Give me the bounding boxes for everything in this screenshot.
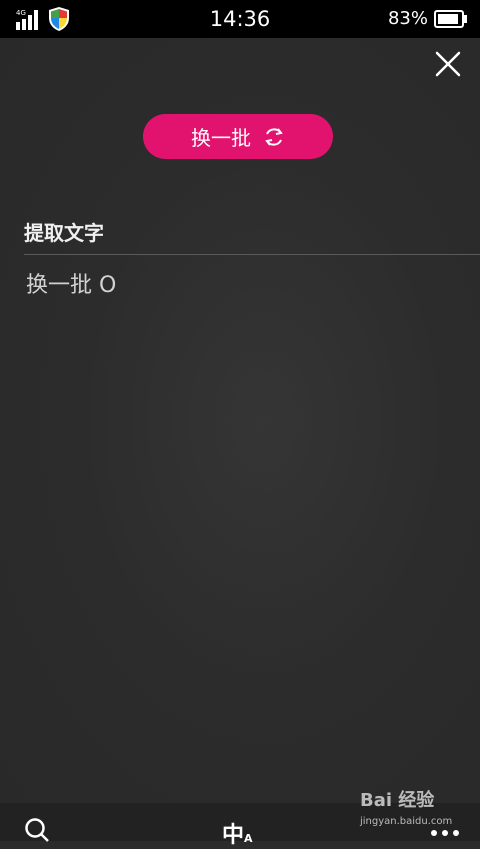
- refresh-button-label: 换一批: [191, 126, 251, 150]
- refresh-icon: [265, 127, 283, 146]
- battery-icon: [434, 10, 467, 28]
- search-icon[interactable]: [24, 817, 50, 843]
- refresh-button[interactable]: 换一批: [143, 114, 333, 159]
- watermark-brand: Bai 经验: [360, 790, 435, 811]
- battery-percent: 83%: [387, 8, 428, 29]
- extracted-text[interactable]: 换一批 O: [26, 267, 116, 299]
- more-icon[interactable]: [430, 829, 460, 837]
- watermark-url: jingyan.baidu.com: [360, 816, 453, 827]
- language-sub-label: A: [244, 832, 253, 845]
- divider: [24, 254, 480, 255]
- section-title: 提取文字: [24, 221, 104, 245]
- status-bar: 4G 14:36 83%: [0, 0, 480, 38]
- language-button[interactable]: 中A: [222, 817, 253, 849]
- watermark: Bai 经验 jingyan.baidu.com: [360, 786, 452, 827]
- close-icon[interactable]: [432, 48, 464, 80]
- language-label: 中: [222, 823, 245, 848]
